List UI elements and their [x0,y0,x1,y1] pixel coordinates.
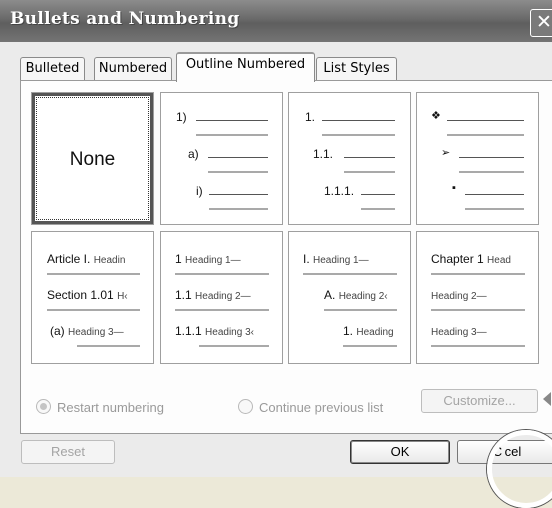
level-2-prefix: A. [324,288,336,302]
restart-numbering-label: Restart numbering [57,400,164,415]
level-3-label: 1.1.1 Heading 3‹ [175,324,254,338]
tab-outline-numbered[interactable]: Outline Numbered [176,52,315,82]
level-2-text: Heading 2— [431,291,487,302]
level-2-prefix: 1.1 [175,288,192,302]
bullets-numbering-dialog: Bullets and Numbering ✕ Bulleted Numbere… [0,0,552,508]
ok-button[interactable]: OK [350,440,450,464]
level-2-label: a) [188,147,199,161]
list-option-bullets[interactable]: ❖ ➢ ▪ [416,92,539,225]
level-3-prefix: (a) [50,324,65,338]
list-option-decimal[interactable]: 1. 1.1. 1.1.1. [288,92,411,225]
close-icon[interactable]: ✕ [530,9,552,37]
list-option-article[interactable]: Article I. Headin Section 1.01 H‹ (a) He… [31,231,154,364]
radio-unselected-icon [238,399,253,414]
list-option-numeric-paren[interactable]: 1) a) i) [160,92,283,225]
none-label: None [69,149,116,170]
level-2-prefix: Section 1.01 [47,288,114,302]
restart-numbering-radio[interactable]: Restart numbering [36,399,164,415]
level-1-prefix: Chapter 1 [431,252,484,266]
tab-label: List Styles [323,61,390,76]
tab-label: Outline Numbered [185,57,306,72]
level-2-text: H‹ [117,291,128,302]
dialog-title: Bullets and Numbering [10,9,240,29]
level-1-label: 1 Heading 1— [175,252,241,266]
title-bar[interactable]: Bullets and Numbering ✕ [0,0,552,42]
level-3-label: (a) Heading 3— [50,324,124,338]
level-1-prefix: Article I. [47,252,91,266]
level-3-label: 1.1.1. [324,184,355,198]
level-1-label: I. Heading 1— [303,252,369,266]
radio-selected-icon [36,399,51,414]
level-3-text: Heading 3— [431,327,487,338]
level-3-prefix: 1. [343,324,354,338]
level-2-label: Section 1.01 H‹ [47,288,128,302]
level-2-label: 1.1 Heading 2— [175,288,251,302]
level-3-label: 1. Heading [343,324,394,338]
reset-button[interactable]: Reset [21,440,115,464]
level-3-text: Heading [356,327,394,338]
tab-list-styles[interactable]: List Styles [316,57,397,81]
tab-numbered[interactable]: Numbered [94,57,172,81]
list-option-none[interactable]: None [31,92,154,225]
level-2-text: Heading 2‹ [338,291,388,302]
tab-label: Numbered [98,61,168,76]
level-1-text: Heading 1— [313,255,369,266]
level-3-label: i) [196,184,203,198]
list-option-roman[interactable]: I. Heading 1— A. Heading 2‹ 1. Heading [288,231,411,364]
level-2-label: Heading 2— [431,288,487,302]
level-2-label: A. Heading 2‹ [324,288,388,302]
level-1-label: Chapter 1 Head [431,252,511,266]
square-bullet-icon: ▪ [452,182,456,194]
level-1-text: Head [487,255,511,266]
level-1-label: Article I. Headin [47,252,125,266]
continue-previous-list-radio[interactable]: Continue previous list [238,399,383,415]
continue-previous-list-label: Continue previous list [259,400,384,415]
level-3-text: Heading 3— [68,327,124,338]
tab-label: Bulleted [25,61,80,76]
level-1-label: 1. [305,110,316,124]
highlight-circle [487,430,552,508]
level-1-prefix: 1 [175,252,182,266]
pointer-arrow-icon [543,392,551,406]
list-option-legal[interactable]: 1 Heading 1— 1.1 Heading 2— 1.1.1 Headin… [160,231,283,364]
diamond-bullet-icon: ❖ [431,110,441,122]
level-3-text: Heading 3‹ [205,327,254,338]
list-option-chapter[interactable]: Chapter 1 Head Heading 2— Heading 3— [416,231,539,364]
level-2-label: 1.1. [313,147,334,161]
level-1-text: Heading 1— [185,255,241,266]
level-1-label: 1) [176,110,187,124]
level-1-prefix: I. [303,252,310,266]
arrow-bullet-icon: ➢ [441,147,451,159]
level-3-prefix: 1.1.1 [175,324,202,338]
customize-button[interactable]: Customize... [421,389,538,413]
level-3-label: Heading 3— [431,324,487,338]
level-1-text: Headin [93,255,126,266]
tab-bulleted[interactable]: Bulleted [20,57,85,81]
level-2-text: Heading 2— [195,291,251,302]
